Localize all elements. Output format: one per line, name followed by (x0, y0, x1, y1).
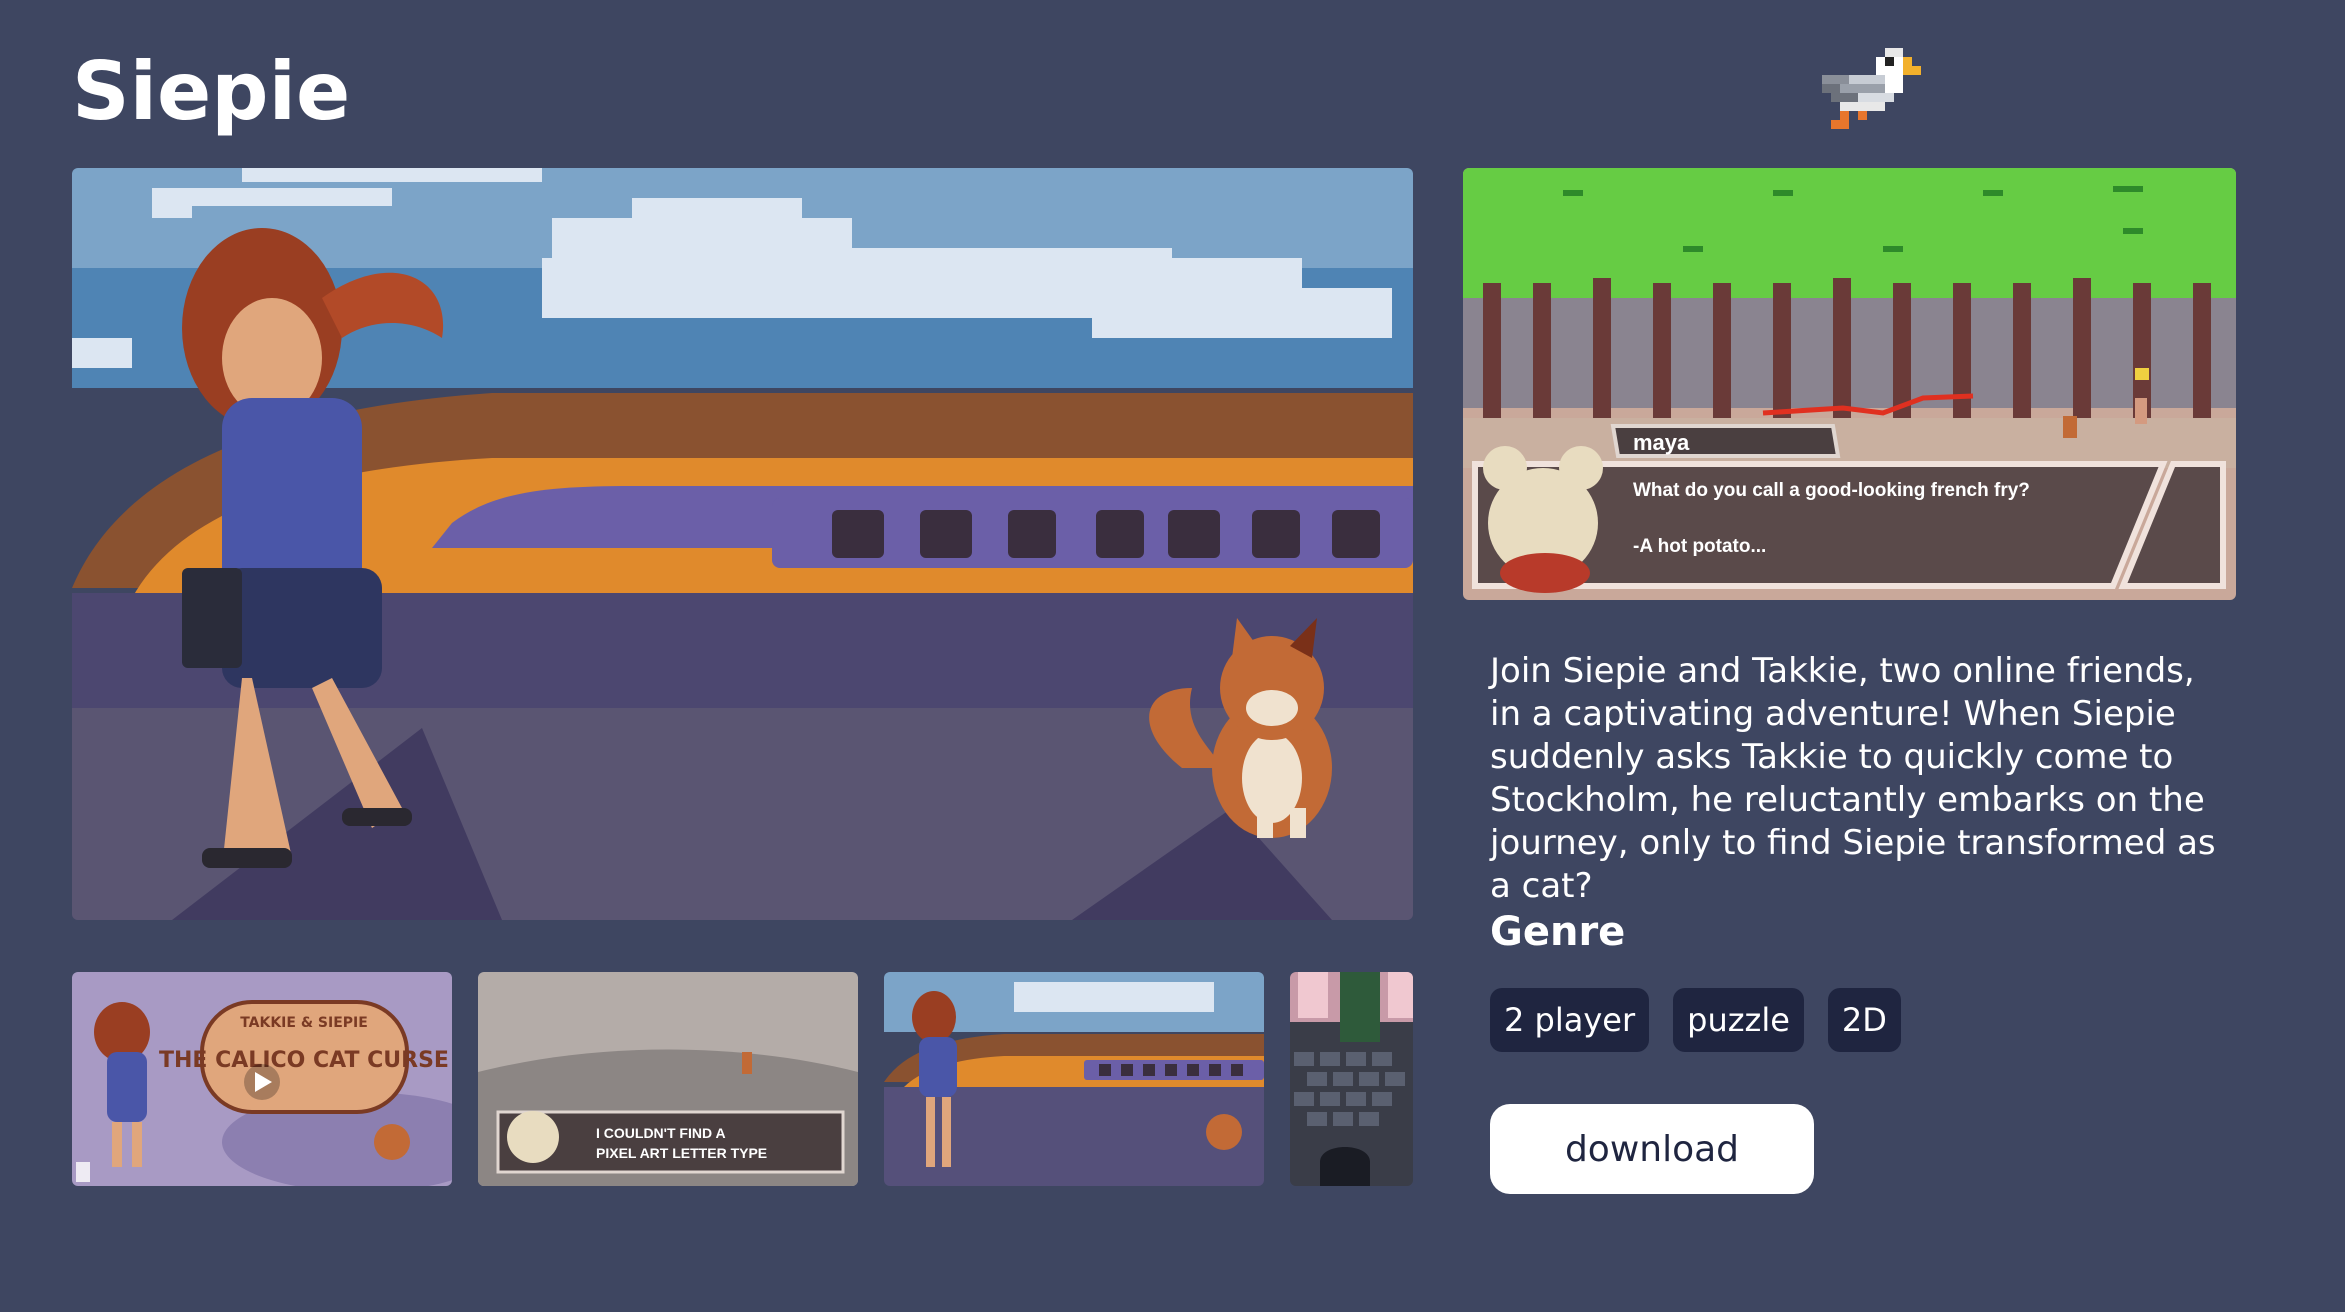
thumbnail-dialog[interactable]: I COULDN'T FIND A PIXEL ART LETTER TYPE (478, 972, 858, 1186)
download-button[interactable]: download (1490, 1104, 1814, 1194)
thumb-dialog-line2: PIXEL ART LETTER TYPE (596, 1145, 767, 1161)
genre-heading: Genre (1490, 909, 1626, 955)
game-description: Join Siepie and Takkie, two online frien… (1490, 651, 2216, 906)
thumb-dialog-line1: I COULDN'T FIND A (596, 1125, 726, 1141)
thumbnail-train[interactable] (884, 972, 1264, 1186)
dialog-line-2: -A hot potato... (1633, 536, 1766, 557)
gameplay-screenshot[interactable]: maya What do you call a good-looking fre… (1463, 168, 2236, 600)
game-title: Siepie (72, 45, 351, 138)
genre-tag-2d[interactable]: 2D (1827, 988, 1901, 1052)
thumbnail-strip[interactable]: TAKKIE & SIEPIE THE CALICO CAT CURSE I C… (72, 972, 1413, 1186)
film-icon (76, 1162, 90, 1182)
genre-tags: 2 player puzzle 2D (1490, 988, 1901, 1052)
dialog-line-1: What do you call a good-looking french f… (1633, 480, 2030, 501)
thumb-logo-main: THE CALICO CAT CURSE (159, 1048, 449, 1073)
dialog-speaker-name: maya (1633, 430, 1690, 455)
thumbnail-video[interactable]: TAKKIE & SIEPIE THE CALICO CAT CURSE (72, 972, 452, 1186)
thumb-logo-top: TAKKIE & SIEPIE (240, 1015, 368, 1031)
pixel-seagull-icon (1822, 48, 1948, 138)
thumbnail-dungeon[interactable] (1290, 972, 1413, 1186)
genre-tag-2-player[interactable]: 2 player (1490, 988, 1650, 1052)
genre-tag-puzzle[interactable]: puzzle (1673, 988, 1804, 1052)
main-media-image[interactable] (72, 168, 1413, 920)
